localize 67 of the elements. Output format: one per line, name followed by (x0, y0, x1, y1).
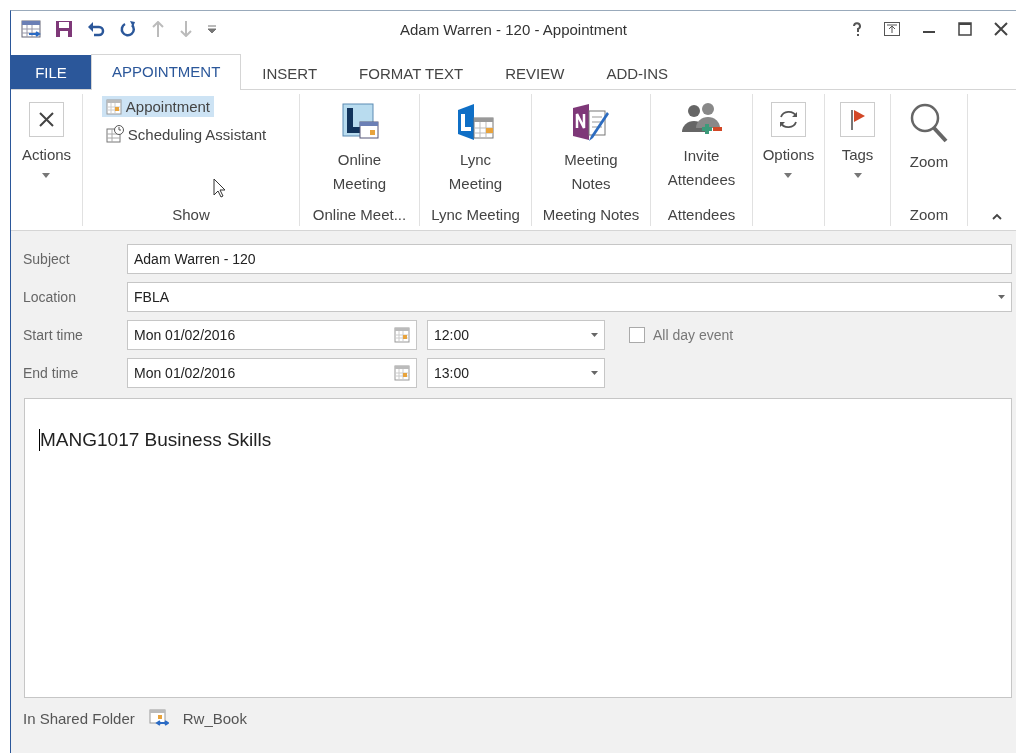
folder-name: Rw_Book (182, 709, 247, 727)
help-icon[interactable] (852, 21, 862, 37)
maximize-icon[interactable] (958, 22, 972, 36)
status-label: In Shared Folder (23, 709, 135, 727)
ribbon-button[interactable]: Meeting Notes (546, 94, 636, 206)
close-icon[interactable] (994, 22, 1008, 36)
ribbon-button[interactable]: Invite Attendees (656, 94, 747, 206)
group-label: Show (172, 206, 210, 225)
ribbon-tab[interactable]: REVIEW (484, 56, 586, 90)
ribbon-button[interactable]: Actions (17, 94, 76, 226)
body-text: MANG1017 Business Skills (39, 429, 272, 451)
sync-icon (771, 102, 806, 137)
ribbon-tab[interactable]: ADD-INS (585, 56, 690, 90)
ribbon-button[interactable]: Tags (836, 94, 879, 226)
ribbon-button[interactable]: Options (758, 94, 819, 226)
subject-field[interactable]: Adam Warren - 120 (127, 244, 1012, 274)
time-field[interactable]: 13:00 (427, 358, 605, 388)
group-label: Lync Meeting (431, 206, 520, 225)
calendar-clock-icon (105, 125, 124, 143)
dropdown-caret-icon (42, 173, 51, 178)
flag-icon (840, 102, 875, 137)
dropdown-caret-icon[interactable] (591, 371, 598, 375)
dropdown-caret-icon[interactable] (591, 333, 598, 337)
calendar-icon (105, 98, 122, 115)
field-label: Location (23, 289, 77, 305)
ribbon-button[interactable]: Scheduling Assistant (101, 123, 271, 145)
field-label: Start time (23, 327, 84, 343)
ribbon-tab[interactable]: APPOINTMENT (91, 54, 242, 90)
redo-icon[interactable] (119, 20, 137, 38)
ribbon-button[interactable]: Appointment (101, 96, 214, 117)
group-label: Zoom (909, 206, 949, 225)
calendar-icon[interactable] (21, 19, 41, 39)
ribbon-button[interactable]: Lync Meeting (430, 94, 521, 206)
customize-icon[interactable] (207, 23, 217, 35)
save-icon[interactable] (55, 20, 73, 38)
undo-icon[interactable] (87, 20, 105, 38)
checkbox-label: All day event (653, 327, 734, 343)
date-field[interactable]: Mon 01/02/2016 (127, 358, 417, 388)
field-label: End time (23, 365, 80, 381)
lync-meeting-icon (455, 102, 496, 142)
dropdown-caret-icon (853, 173, 862, 178)
checkbox[interactable] (629, 327, 645, 343)
group-label: Meeting Notes (542, 206, 640, 225)
search-icon (909, 102, 949, 144)
ribbon-tab[interactable]: FORMAT TEXT (338, 56, 485, 90)
group-label: Attendees (667, 206, 736, 225)
mouse-pointer-icon (213, 178, 227, 198)
collapse-icon[interactable] (992, 213, 1002, 220)
close-icon (29, 102, 64, 137)
calendar-icon (394, 365, 410, 381)
online-meeting-icon (339, 102, 380, 142)
shared-calendar-icon (148, 709, 169, 727)
field-label: Subject (23, 251, 71, 267)
ribbon-button[interactable]: Zoom (905, 94, 953, 206)
group-label: Online Meet... (312, 206, 407, 225)
location-field[interactable]: FBLA (127, 282, 1012, 312)
dropdown-caret-icon[interactable] (998, 295, 1005, 299)
date-field[interactable]: Mon 01/02/2016 (127, 320, 417, 350)
ribbon-tab[interactable]: INSERT (241, 56, 339, 90)
ribbon-display-icon[interactable] (884, 22, 900, 36)
dropdown-caret-icon (784, 173, 793, 178)
time-field[interactable]: 12:00 (427, 320, 605, 350)
file-tab[interactable]: FILE (11, 55, 91, 89)
calendar-icon (394, 327, 410, 343)
ribbon-button[interactable]: Online Meeting (314, 94, 405, 206)
window-title: Adam Warren - 120 - Appointment (399, 20, 628, 38)
notebook-icon (571, 102, 611, 142)
